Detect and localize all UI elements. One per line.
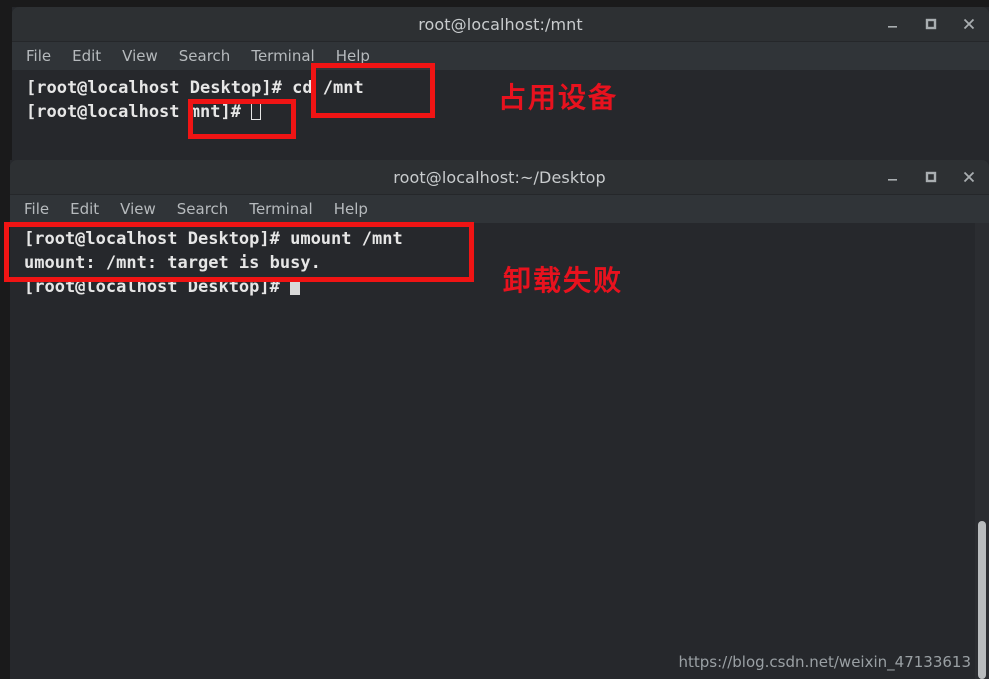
window1-title: root@localhost:/mnt [418,14,583,34]
window2-menubar[interactable]: File Edit View Search Terminal Help [10,195,989,223]
watermark-url: https://blog.csdn.net/weixin_47133613 [678,653,971,671]
window2-controls [885,160,977,194]
menu-view[interactable]: View [122,47,158,65]
menu-file[interactable]: File [26,47,51,65]
minimize-icon[interactable] [885,169,901,185]
close-icon[interactable] [961,16,977,32]
maximize-icon[interactable] [923,169,939,185]
text-cursor [251,102,262,120]
terminal-prompt: [root@localhost Desktop]# [24,277,291,297]
window2-titlebar[interactable]: root@localhost:~/Desktop [10,160,989,195]
menu-terminal[interactable]: Terminal [249,200,312,218]
terminal-window-desktop[interactable]: root@localhost:~/Desktop File Edit View … [10,160,989,679]
window1-titlebar[interactable]: root@localhost:/mnt [12,7,989,42]
window2-title: root@localhost:~/Desktop [393,167,606,187]
menu-terminal[interactable]: Terminal [251,47,314,65]
annotation-occupying-device: 占用设备 [498,81,619,114]
terminal-line: [root@localhost Desktop]# umount /mnt [24,229,403,249]
menu-help[interactable]: Help [336,47,370,65]
close-icon[interactable] [961,169,977,185]
terminal-prompt: [root@localhost mnt]# [26,102,252,122]
menu-search[interactable]: Search [177,200,229,218]
menu-view[interactable]: View [120,200,156,218]
annotation-unmount-failed: 卸载失败 [503,264,624,297]
menu-search[interactable]: Search [179,47,231,65]
window2-terminal-output[interactable]: [root@localhost Desktop]# umount /mnt um… [10,223,989,679]
menu-edit[interactable]: Edit [72,47,101,65]
scrollbar-thumb[interactable] [978,521,986,679]
text-cursor [290,277,301,295]
terminal-scrollbar[interactable] [975,223,989,679]
maximize-icon[interactable] [923,16,939,32]
menu-file[interactable]: File [24,200,49,218]
menu-help[interactable]: Help [334,200,368,218]
window1-controls [885,7,977,41]
menu-edit[interactable]: Edit [70,200,99,218]
window1-menubar[interactable]: File Edit View Search Terminal Help [12,42,989,70]
minimize-icon[interactable] [885,16,901,32]
